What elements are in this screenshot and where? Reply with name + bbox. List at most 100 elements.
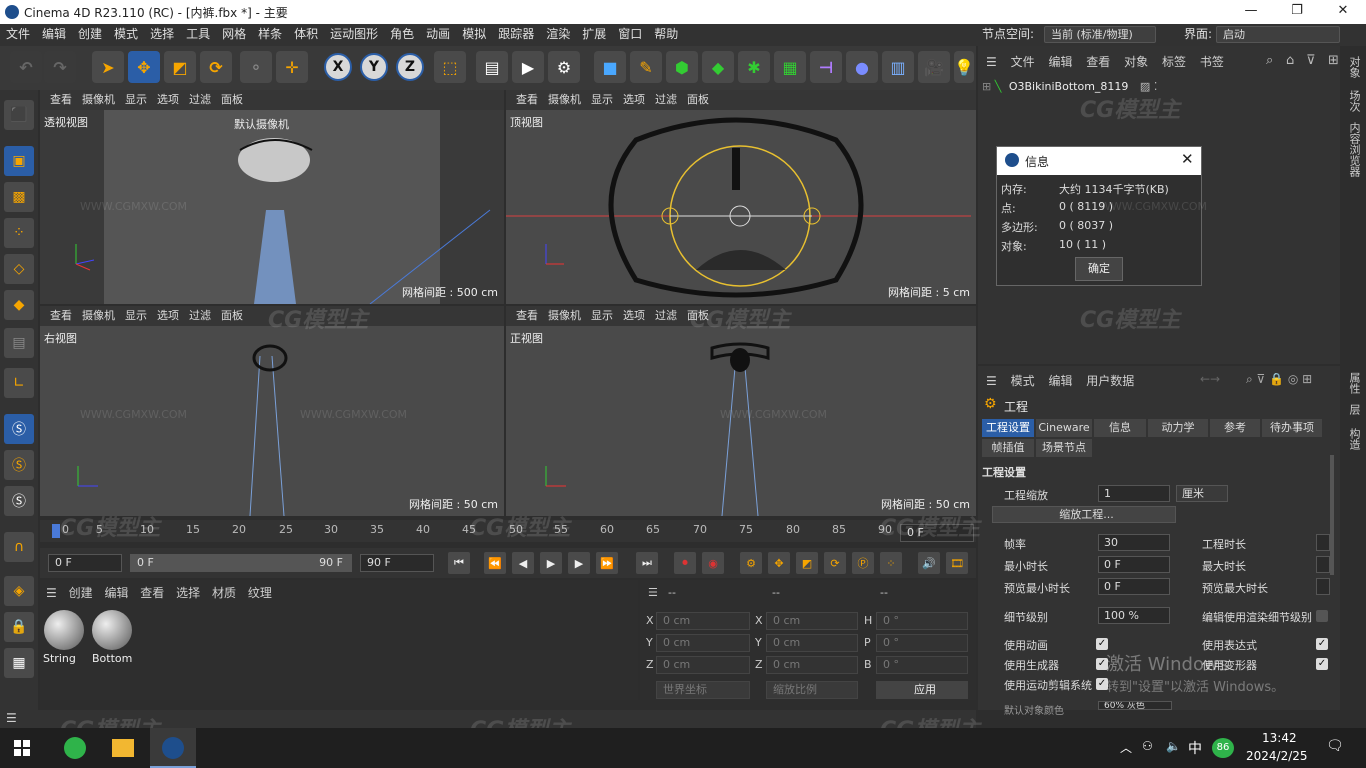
play-icon[interactable]: ▶ <box>540 552 562 574</box>
light-icon[interactable]: 💡 <box>954 51 974 83</box>
z-axis-icon[interactable]: Z <box>396 53 424 81</box>
select-cursor-icon[interactable]: ➤ <box>92 51 124 83</box>
vp-menu-options[interactable]: 选项 <box>623 93 645 106</box>
scale-unit-select[interactable]: 厘米 <box>1176 485 1228 502</box>
menu-simulate[interactable]: 模拟 <box>456 24 492 44</box>
top-viewport[interactable]: 顶视图 网格间距 : 5 cm <box>506 110 976 304</box>
playhead[interactable] <box>52 524 60 538</box>
network-icon[interactable]: ⚇ <box>1142 739 1153 753</box>
attr-scrollbar[interactable] <box>1330 455 1334 575</box>
min-time-field[interactable]: 0 F <box>1098 556 1170 573</box>
next-frame-icon[interactable]: ▶ <box>568 552 590 574</box>
menu-spline[interactable]: 样条 <box>252 24 288 44</box>
volume-icon[interactable]: 🔈 <box>1166 739 1181 753</box>
tab-todo[interactable]: 待办事项 <box>1262 419 1322 437</box>
sound-icon[interactable]: 🔊 <box>918 552 940 574</box>
attr-menu-userdata[interactable]: 用户数据 <box>1086 374 1134 388</box>
layout-select[interactable]: 启动 <box>1216 26 1340 43</box>
side-tab-attributes[interactable]: 属性 <box>1346 372 1362 394</box>
bend-deformer-icon[interactable]: ⊣ <box>810 51 842 83</box>
field-icon[interactable]: ● <box>846 51 878 83</box>
minimize-button[interactable]: — <box>1228 0 1274 24</box>
close-window-button[interactable]: ✕ <box>1320 0 1366 24</box>
mat-menu-edit[interactable]: 编辑 <box>104 586 128 600</box>
grid-snap-icon[interactable]: ▦ <box>4 648 34 678</box>
vp-menu-panel[interactable]: 面板 <box>221 309 243 322</box>
mat-menu-select[interactable]: 选择 <box>176 586 200 600</box>
menu-mode[interactable]: 模式 <box>108 24 144 44</box>
key-rotation-icon[interactable]: ⟳ <box>824 552 846 574</box>
notification-icon[interactable]: 🗨 <box>1326 738 1344 754</box>
coordinate-system-icon[interactable]: ⬚ <box>434 51 466 83</box>
array-icon[interactable]: ▦ <box>774 51 806 83</box>
keyframe-selection-icon[interactable]: ⚙ <box>740 552 762 574</box>
obj-menu-tags[interactable]: 标签 <box>1162 55 1186 69</box>
mat-menu-view[interactable]: 查看 <box>140 586 164 600</box>
prev-key-icon[interactable]: ⏪ <box>484 552 506 574</box>
menu-mograph[interactable]: 运动图形 <box>324 24 384 44</box>
workplane-icon[interactable]: ◈ <box>4 576 34 606</box>
dialog-ok-button[interactable]: 确定 <box>1075 257 1123 281</box>
browser-icon[interactable] <box>64 737 86 759</box>
make-editable-icon[interactable]: ⬛ <box>4 100 34 130</box>
menu-animate[interactable]: 动画 <box>420 24 456 44</box>
side-tab-layers[interactable]: 层 <box>1346 404 1362 415</box>
menu-window[interactable]: 窗口 <box>612 24 648 44</box>
use-expressions-checkbox[interactable]: ✓ <box>1316 638 1328 650</box>
transform-icon[interactable]: ✛ <box>276 51 308 83</box>
tab-frame-interpolation[interactable]: 帧插值 <box>982 439 1034 457</box>
new-window-icon[interactable]: ⊞ <box>1328 53 1339 68</box>
polygons-mode-icon[interactable]: ◆ <box>4 290 34 320</box>
tab-scene-nodes[interactable]: 场景节点 <box>1036 439 1092 457</box>
key-position-icon[interactable]: ✥ <box>768 552 790 574</box>
scale-icon[interactable]: ◩ <box>164 51 196 83</box>
mat-menu-texture[interactable]: 纹理 <box>248 586 272 600</box>
file-explorer-icon[interactable] <box>112 739 134 757</box>
x-axis-icon[interactable]: X <box>324 53 352 81</box>
side-tab-takes[interactable]: 场次 <box>1346 90 1362 112</box>
scale-y-field[interactable]: 0 cm <box>766 634 858 652</box>
points-mode-icon[interactable]: ⁘ <box>4 218 34 248</box>
vp-menu-filter[interactable]: 过滤 <box>655 93 677 106</box>
vp-menu-panel[interactable]: 面板 <box>221 93 243 106</box>
vp-menu-view[interactable]: 查看 <box>516 93 538 106</box>
vp-menu-options[interactable]: 选项 <box>157 93 179 106</box>
render-settings-icon[interactable]: ⚙ <box>548 51 580 83</box>
ime-indicator[interactable]: 中 <box>1188 738 1202 758</box>
obj-menu-file[interactable]: 文件 <box>1011 55 1035 69</box>
edges-mode-icon[interactable]: ◇ <box>4 254 34 284</box>
vp-menu-display[interactable]: 显示 <box>125 309 147 322</box>
subdivision-icon[interactable]: ⬢ <box>666 51 698 83</box>
lock-workplane-icon[interactable]: 🔒 <box>4 612 34 642</box>
right-viewport[interactable]: 右视图 网格间距 : 50 cm <box>40 326 504 516</box>
frame-range-slider[interactable]: 0 F 90 F <box>130 554 352 572</box>
tab-cineware[interactable]: Cineware <box>1036 419 1092 437</box>
object-search-icon[interactable]: ⌕ <box>1266 53 1273 68</box>
menu-select[interactable]: 选择 <box>144 24 180 44</box>
obj-menu-hamburger-icon[interactable]: ☰ <box>986 55 997 69</box>
position-y-field[interactable]: 0 cm <box>656 634 750 652</box>
tab-info[interactable]: 信息 <box>1094 419 1146 437</box>
obj-menu-view[interactable]: 查看 <box>1086 55 1110 69</box>
vp-menu-view[interactable]: 查看 <box>50 309 72 322</box>
attr-menu-hamburger-icon[interactable]: ☰ <box>986 374 997 388</box>
vp-menu-display[interactable]: 显示 <box>591 309 613 322</box>
default-color-select[interactable]: 60% 灰色 <box>1098 701 1172 710</box>
key-param-icon[interactable]: Ⓟ <box>852 552 874 574</box>
filter-icon[interactable]: ⊽ <box>1306 53 1316 68</box>
menu-volume[interactable]: 体积 <box>288 24 324 44</box>
floor-icon[interactable]: ▥ <box>882 51 914 83</box>
vp-menu-camera[interactable]: 摄像机 <box>548 309 581 322</box>
vp-menu-view[interactable]: 查看 <box>516 309 538 322</box>
tab-project-settings[interactable]: 工程设置 <box>982 419 1034 437</box>
menu-edit[interactable]: 编辑 <box>36 24 72 44</box>
vp-menu-filter[interactable]: 过滤 <box>189 93 211 106</box>
cloner-icon[interactable]: ✱ <box>738 51 770 83</box>
mat-menu-material[interactable]: 材质 <box>212 586 236 600</box>
menu-create[interactable]: 创建 <box>72 24 108 44</box>
obj-menu-bookmarks[interactable]: 书签 <box>1200 55 1224 69</box>
mat-menu-hamburger-icon[interactable]: ☰ <box>46 586 57 600</box>
rotate-icon[interactable]: ⟳ <box>200 51 232 83</box>
menu-extensions[interactable]: 扩展 <box>576 24 612 44</box>
model-mode-icon[interactable]: ▣ <box>4 146 34 176</box>
